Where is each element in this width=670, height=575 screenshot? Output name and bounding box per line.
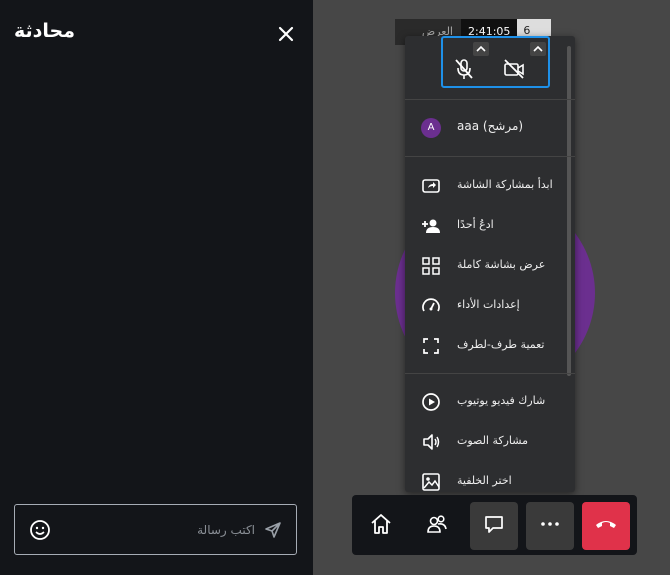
menu-item-background[interactable]: اختر الخلفية [405, 462, 575, 492]
close-icon[interactable] [276, 24, 296, 44]
menu-item-label: مشاركة الصوت [457, 434, 528, 447]
menu-item-label: ابدأ بمشاركة الشاشة [457, 178, 553, 191]
speaker-icon [421, 432, 441, 452]
overflow-menu: A aaa (مرشح) ابدأ بمشاركة الشاشة ادعُ أح… [405, 36, 575, 492]
menu-divider [405, 373, 575, 374]
menu-item-label: اختر الخلفية [457, 474, 512, 487]
message-input[interactable] [65, 517, 255, 543]
menu-item-share-audio[interactable]: مشاركة الصوت [405, 422, 575, 462]
audio-video-controls [441, 36, 550, 88]
image-icon [421, 472, 441, 492]
menu-item-label: إعدادات الأداء [457, 298, 520, 311]
menu-item-invite[interactable]: ادعُ أحدًا [405, 206, 575, 246]
chat-button[interactable] [470, 502, 518, 550]
grid-view-icon [421, 256, 441, 276]
menu-item-share-screen[interactable]: ابدأ بمشاركة الشاشة [405, 166, 575, 206]
chat-icon [482, 512, 506, 540]
add-person-icon [421, 216, 441, 236]
mic-muted-icon[interactable] [451, 56, 477, 82]
chat-panel: محادثة [0, 0, 313, 575]
more-dots-icon [538, 512, 562, 540]
more-actions-button[interactable] [526, 502, 574, 550]
menu-item-performance[interactable]: إعدادات الأداء [405, 286, 575, 326]
menu-item-label: شارك فيديو يوتيوب [457, 394, 546, 407]
menu-item-e2ee[interactable]: تعمية طرف-لطرف [405, 326, 575, 366]
mic-options-chevron-icon[interactable] [473, 42, 489, 56]
participants-button[interactable] [413, 502, 461, 550]
user-name: aaa (مرشح) [457, 119, 524, 133]
menu-divider [405, 156, 575, 157]
participants-icon [425, 512, 449, 540]
hangup-button[interactable] [582, 502, 630, 550]
user-avatar: A [421, 118, 441, 138]
fullscreen-icon [421, 336, 441, 356]
chat-title: محادثة [14, 20, 75, 42]
menu-item-label: ادعُ أحدًا [457, 218, 494, 231]
speedometer-icon [421, 296, 441, 316]
emoji-icon[interactable] [29, 519, 51, 541]
home-button[interactable] [357, 502, 405, 550]
menu-user-item: A aaa (مرشح) [405, 108, 575, 148]
phone-hangup-icon [593, 511, 619, 541]
menu-divider [405, 99, 575, 100]
play-circle-icon [421, 392, 441, 412]
menu-item-youtube[interactable]: شارك فيديو يوتيوب [405, 382, 575, 422]
message-input-box [14, 504, 297, 555]
bottom-toolbar [352, 495, 637, 555]
menu-item-label: تعمية طرف-لطرف [457, 338, 545, 351]
menu-item-tile-view[interactable]: عرض بشاشة كاملة [405, 246, 575, 286]
send-icon[interactable] [263, 520, 283, 540]
camera-options-chevron-icon[interactable] [530, 42, 546, 56]
screen-share-icon [421, 176, 441, 196]
home-icon [368, 511, 394, 541]
camera-off-icon[interactable] [501, 56, 527, 82]
menu-item-label: عرض بشاشة كاملة [457, 258, 546, 271]
